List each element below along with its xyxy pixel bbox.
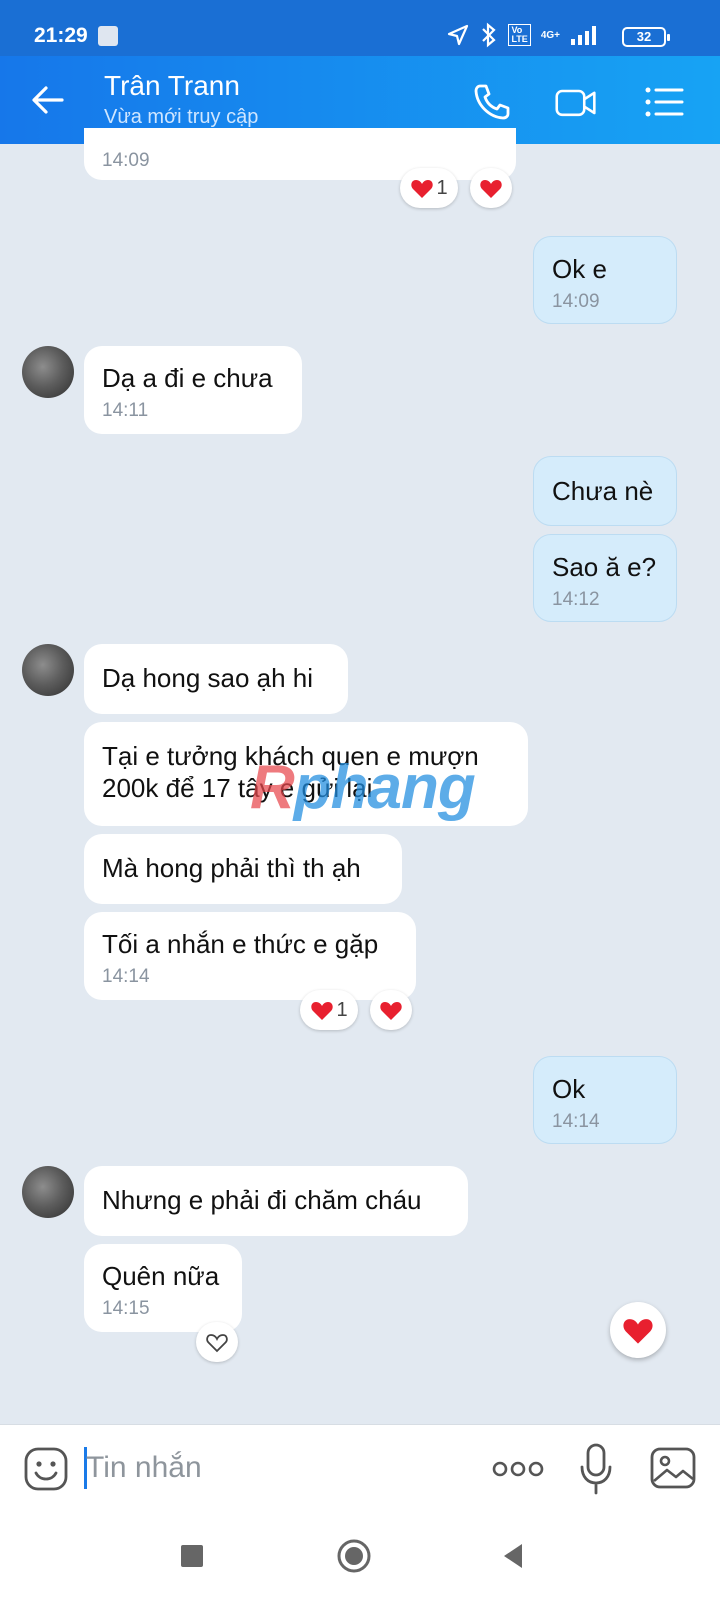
quick-heart-button[interactable]: [610, 1302, 666, 1358]
contact-avatar[interactable]: [22, 644, 74, 696]
network-type: 4G+: [540, 29, 560, 41]
home-icon[interactable]: [334, 1536, 374, 1576]
reaction-summary[interactable]: 1: [300, 990, 358, 1030]
message-text: Sao ă e?: [552, 552, 657, 582]
message-text: Mà hong phải thì th ạh: [102, 853, 361, 883]
contact-name[interactable]: Trân Trann: [104, 70, 240, 102]
microphone-icon[interactable]: [578, 1443, 614, 1495]
message-time: 14:09: [552, 291, 600, 312]
bluetooth-icon: [482, 22, 497, 48]
message-text: Nhưng e phải đi chăm cháu: [102, 1185, 422, 1215]
more-options-icon[interactable]: [492, 1455, 544, 1483]
notification-icon: [98, 26, 118, 46]
contact-avatar[interactable]: [22, 1166, 74, 1218]
heart-icon: [411, 180, 434, 198]
contact-avatar[interactable]: [22, 346, 74, 398]
battery-level: 32: [636, 29, 652, 44]
message-text: Dạ a đi e chưa: [102, 363, 273, 393]
battery-icon: 32: [622, 27, 670, 47]
gallery-icon[interactable]: [650, 1447, 696, 1489]
recent-apps-icon[interactable]: [172, 1536, 212, 1576]
watermark-logo: Rphang: [250, 753, 476, 822]
message-text: Dạ hong sao ạh hi: [102, 663, 314, 693]
message-bubble-incoming[interactable]: Mà hong phải thì th ạh: [84, 834, 402, 904]
signal-icon: [571, 26, 596, 45]
message-text: Ok e: [552, 254, 607, 284]
reaction-summary[interactable]: 1: [400, 168, 458, 208]
menu-list-icon[interactable]: [642, 80, 686, 124]
react-heart-button[interactable]: [196, 1322, 238, 1362]
message-time: 14:15: [102, 1298, 150, 1319]
message-text: Tối a nhắn e thức e gặp: [102, 929, 379, 959]
message-bubble-outgoing[interactable]: Ok e 14:09: [533, 236, 677, 324]
message-composer: [0, 1424, 720, 1514]
location-icon: [448, 24, 469, 46]
react-heart-button[interactable]: [470, 168, 512, 208]
volte-icon: Vo LTE: [508, 24, 531, 46]
message-bubble-incoming[interactable]: Nhưng e phải đi chăm cháu: [84, 1166, 468, 1236]
message-time: 14:14: [552, 1111, 600, 1132]
message-text: Ok: [552, 1074, 586, 1104]
status-bar: 21:29 Vo LTE 4G+ 32: [0, 0, 720, 56]
message-bubble-outgoing[interactable]: Chưa nè: [533, 456, 677, 526]
message-input[interactable]: [86, 1445, 466, 1491]
message-text: Quên nữa: [102, 1261, 220, 1291]
heart-icon: [623, 1319, 653, 1344]
status-time: 21:29: [34, 24, 88, 47]
status-icons: Vo LTE 4G+: [446, 22, 600, 48]
heart-icon: [380, 1002, 402, 1020]
heart-outline-icon: [206, 1334, 228, 1353]
message-bubble-incoming[interactable]: Quên nữa 14:15: [84, 1244, 242, 1332]
message-bubble-outgoing[interactable]: Ok 14:14: [533, 1056, 677, 1144]
heart-icon: [480, 180, 502, 198]
sticker-icon[interactable]: [24, 1447, 68, 1491]
system-nav-bar: [0, 1514, 720, 1600]
phone-call-icon[interactable]: [470, 80, 514, 124]
back-icon[interactable]: [494, 1536, 534, 1576]
contact-presence: Vừa mới truy cập: [104, 106, 259, 128]
message-time: 14:14: [102, 966, 150, 987]
back-arrow-icon[interactable]: [28, 80, 68, 120]
reaction-count: 1: [436, 176, 448, 199]
react-heart-button[interactable]: [370, 990, 412, 1030]
message-time: 14:11: [102, 400, 149, 421]
message-text: Chưa nè: [552, 476, 654, 506]
message-bubble-incoming[interactable]: Dạ hong sao ạh hi: [84, 644, 348, 714]
heart-icon: [311, 1002, 334, 1020]
video-call-icon[interactable]: [554, 80, 598, 124]
reaction-count: 1: [336, 998, 348, 1021]
message-bubble-outgoing[interactable]: Sao ă e? 14:12: [533, 534, 677, 622]
message-time: 14:12: [552, 589, 600, 610]
message-bubble-incoming[interactable]: Tối a nhắn e thức e gặp 14:14: [84, 912, 416, 1000]
message-bubble-incoming[interactable]: Dạ a đi e chưa 14:11: [84, 346, 302, 434]
